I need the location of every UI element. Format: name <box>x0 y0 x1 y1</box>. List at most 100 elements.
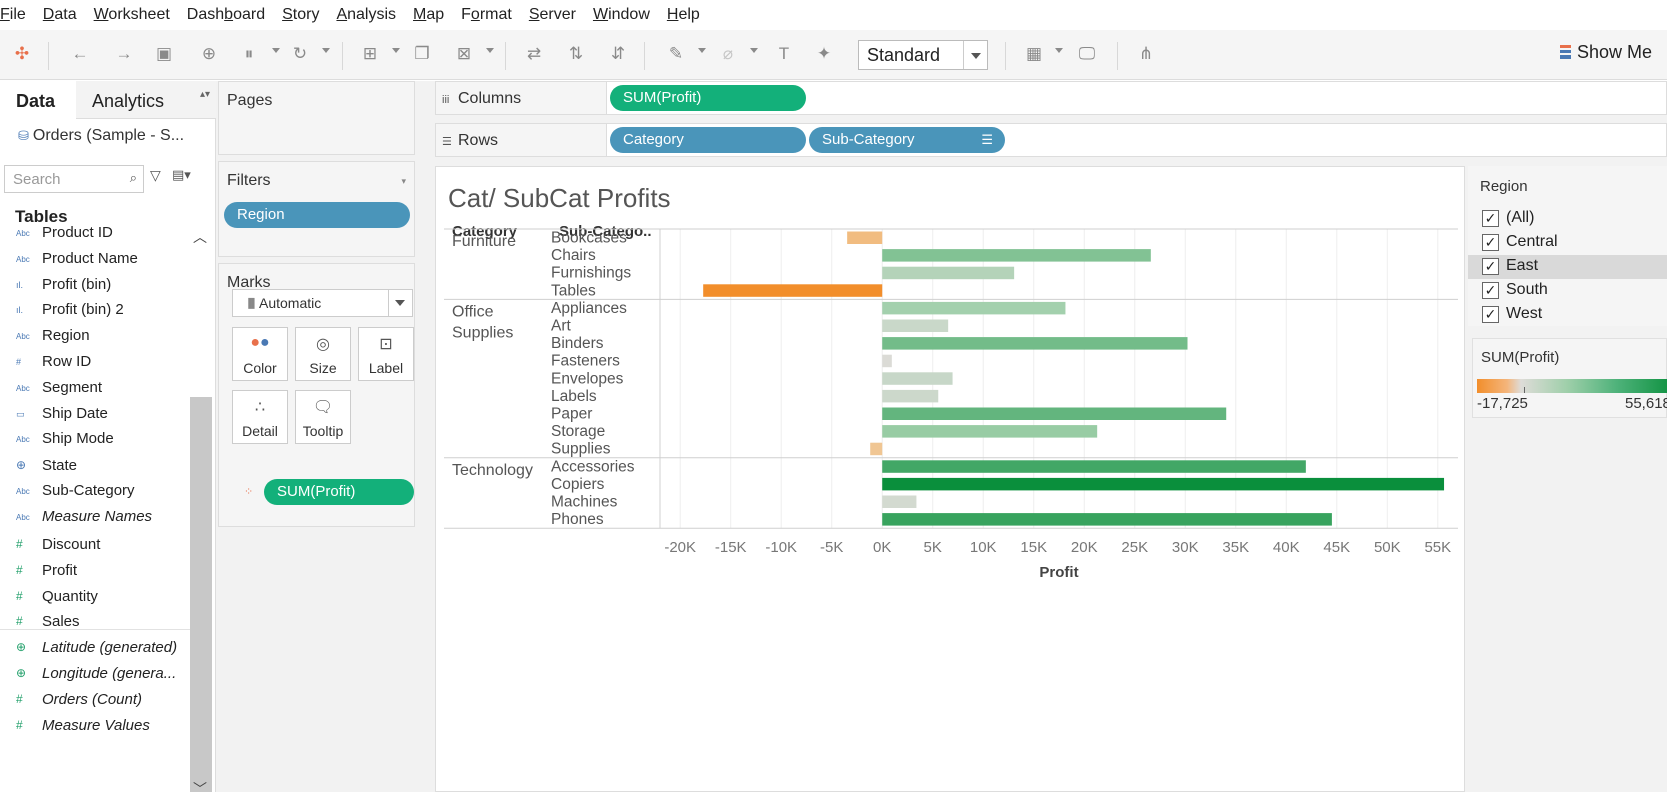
subcategory-label[interactable]: Binders <box>551 335 604 352</box>
subcategory-label[interactable]: Chairs <box>551 247 596 264</box>
category-label[interactable]: Technology <box>452 462 533 479</box>
field-item[interactable]: # Profit <box>16 559 77 581</box>
category-label[interactable]: Supplies <box>452 324 513 341</box>
field-item[interactable]: Abc Ship Mode <box>16 428 114 450</box>
marks-color-button[interactable]: ●● Color <box>232 327 288 381</box>
bar[interactable] <box>882 495 917 509</box>
presentation-mode-icon[interactable]: 🖵 <box>1075 42 1099 66</box>
fit-select[interactable]: Standard <box>858 40 988 70</box>
rows-pill-category[interactable]: Category <box>610 127 806 153</box>
bar[interactable] <box>882 319 949 333</box>
field-item[interactable]: ⊕ State <box>16 454 77 476</box>
bar[interactable] <box>882 301 1066 315</box>
category-label[interactable]: Furniture <box>452 233 516 250</box>
marks-detail-button[interactable]: ∴ Detail <box>232 390 288 444</box>
subcategory-label[interactable]: Furnishings <box>551 265 631 282</box>
datasource-item[interactable]: ⛁ Orders (Sample - S... <box>18 127 184 145</box>
share-icon[interactable]: ⋔ <box>1134 42 1158 66</box>
bar[interactable] <box>847 231 883 245</box>
pause-updates-icon[interactable]: ⏸ <box>237 42 261 66</box>
scroll-down-icon[interactable]: ﹀ <box>193 779 207 799</box>
marks-pill-sum-profit[interactable]: SUM(Profit) <box>264 479 414 505</box>
group-members-icon[interactable]: ⌀ <box>716 42 740 66</box>
field-item[interactable]: ıl. Profit (bin) 2 <box>16 299 124 321</box>
bar[interactable] <box>882 513 1332 526</box>
new-worksheet-icon[interactable]: ⊞ <box>358 42 382 66</box>
subcategory-label[interactable]: Copiers <box>551 476 605 493</box>
bar[interactable] <box>870 442 883 456</box>
show-mark-labels-icon[interactable]: T <box>772 42 796 66</box>
field-item[interactable]: Abc Sub-Category <box>16 480 135 502</box>
field-item[interactable]: Abc Product Name <box>16 248 138 270</box>
clear-sheet-icon[interactable]: ⊠ <box>452 42 476 66</box>
field-item[interactable]: Abc Measure Names <box>16 506 152 528</box>
marks-label-button[interactable]: ⊡ Label <box>358 327 414 381</box>
scroll-up-icon[interactable]: ︿ <box>193 227 207 247</box>
checkbox[interactable]: ✓ <box>1482 306 1499 323</box>
region-option[interactable]: ✓ Central <box>1468 231 1667 255</box>
marks-tooltip-button[interactable]: 🗨 Tooltip <box>295 390 351 444</box>
rows-pill-sub-category[interactable]: Sub-Category ☰ <box>809 127 1005 153</box>
category-label[interactable]: Office <box>452 303 494 320</box>
field-item[interactable]: # Orders (Count) <box>16 688 142 710</box>
region-option[interactable]: ✓ East <box>1468 255 1667 279</box>
bar[interactable] <box>882 407 1227 421</box>
checkbox[interactable]: ✓ <box>1482 234 1499 251</box>
bar[interactable] <box>882 354 892 368</box>
sort-ascending-icon[interactable]: ⇅ <box>564 42 588 66</box>
save-icon[interactable]: ▣ <box>152 42 176 66</box>
field-item[interactable]: # Discount <box>16 533 100 555</box>
subcategory-label[interactable]: Storage <box>551 423 605 440</box>
x-axis-title[interactable]: Profit <box>1039 564 1078 581</box>
duplicate-sheet-icon[interactable]: ❐ <box>410 42 434 66</box>
menu-item-window[interactable]: Window <box>593 6 650 24</box>
filters-card[interactable]: Filters ▾ Region <box>218 161 415 257</box>
bar[interactable] <box>703 284 883 297</box>
subcategory-label[interactable]: Machines <box>551 494 618 511</box>
field-item[interactable]: # Row ID <box>16 351 91 373</box>
subcategory-label[interactable]: Appliances <box>551 300 627 317</box>
tableau-logo-icon[interactable]: ✣ <box>10 42 34 66</box>
subcategory-label[interactable]: Bookcases <box>551 230 627 247</box>
field-item[interactable]: Abc Product ID <box>16 222 113 244</box>
menu-item-map[interactable]: Map <box>413 6 444 24</box>
filter-pill-region[interactable]: Region <box>224 202 410 228</box>
menu-item-file[interactable]: File <box>0 6 26 24</box>
bar[interactable] <box>882 389 939 403</box>
subcategory-label[interactable]: Supplies <box>551 441 611 458</box>
checkbox[interactable]: ✓ <box>1482 210 1499 227</box>
checkbox[interactable]: ✓ <box>1482 282 1499 299</box>
show-cards-icon[interactable]: ▦ <box>1022 42 1046 66</box>
menu-item-format[interactable]: Format <box>461 6 512 24</box>
subcategory-label[interactable]: Paper <box>551 406 592 423</box>
menu-item-analysis[interactable]: Analysis <box>336 6 396 24</box>
menu-item-dashboard[interactable]: Dashboard <box>187 6 265 24</box>
mark-type-select[interactable]: ▐▌ Automatic <box>232 289 413 317</box>
menu-item-server[interactable]: Server <box>529 6 576 24</box>
columns-pill-sum-profit[interactable]: SUM(Profit) <box>610 85 806 111</box>
fix-axes-icon[interactable]: ✦ <box>812 42 836 66</box>
bar[interactable] <box>882 460 1306 473</box>
region-option[interactable]: ✓ South <box>1468 279 1667 303</box>
menu-item-data[interactable]: Data <box>43 6 77 24</box>
filters-menu-icon[interactable]: ▾ <box>401 176 406 187</box>
field-item[interactable]: Abc Segment <box>16 377 102 399</box>
refresh-icon[interactable]: ↻ <box>288 42 312 66</box>
tab-data[interactable]: Data <box>0 81 76 119</box>
pane-menu-icon[interactable]: ▴▾ <box>200 89 210 100</box>
field-item[interactable]: ⊕ Longitude (genera... <box>16 662 176 684</box>
swap-rows-columns-icon[interactable]: ⇄ <box>522 42 546 66</box>
tab-analytics[interactable]: Analytics <box>92 91 164 112</box>
field-item[interactable]: ıl. Profit (bin) <box>16 274 111 296</box>
highlight-icon[interactable]: ✎ <box>664 42 688 66</box>
bar[interactable] <box>882 337 1188 350</box>
subcategory-label[interactable]: Labels <box>551 388 597 405</box>
menu-item-worksheet[interactable]: Worksheet <box>94 6 170 24</box>
field-item[interactable]: # Measure Values <box>16 714 150 736</box>
menu-item-help[interactable]: Help <box>667 6 700 24</box>
bar[interactable] <box>882 266 1015 280</box>
subcategory-label[interactable]: Art <box>551 318 572 335</box>
bar[interactable] <box>882 372 953 385</box>
undo-icon[interactable]: ← <box>68 42 92 66</box>
field-item[interactable]: ⊕ Latitude (generated) <box>16 636 177 658</box>
